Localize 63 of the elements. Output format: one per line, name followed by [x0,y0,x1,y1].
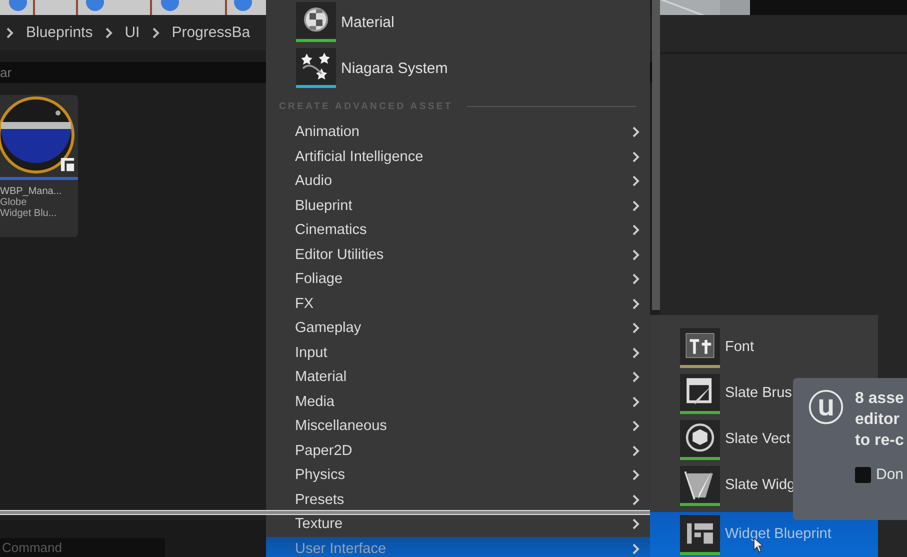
menu-item[interactable]: Niagara System [266,46,650,90]
chevron-icon [632,150,640,163]
chevron-icon [632,469,640,482]
pen-icon [680,466,720,506]
chevron-icon [6,26,14,38]
chevron-icon [632,126,640,138]
chevron-icon [632,371,640,384]
brush-icon [680,374,720,414]
asset-type: Widget Blu... [0,208,58,219]
menu-item[interactable]: Material [266,0,650,44]
scrollbar[interactable] [652,0,660,310]
menu-item[interactable]: Gameplay [266,316,650,340]
layout-icon [680,515,720,555]
command-field[interactable]: Command [0,538,165,557]
chevron-icon [632,273,640,286]
notification-text: 8 asse [855,389,904,409]
menu-item[interactable]: Animation [266,120,650,144]
chevron-icon [632,298,640,310]
menu-item[interactable]: Artificial Intelligence [266,144,650,169]
breadcrumb-item[interactable]: ProgressBa [172,24,250,41]
engine-logo-icon [807,388,845,426]
menu-item[interactable]: Audio [266,169,650,194]
menu-item[interactable]: Texture [266,512,650,536]
asset-tile[interactable]: WBP_Mana... Globe Widget Blu... [0,95,78,237]
chevron-icon [632,396,640,408]
breadcrumb-item[interactable]: UI [124,24,140,41]
asset-subtitle: Globe [0,197,28,208]
checkbox-label: Don [876,466,904,483]
chevron-icon [632,542,640,555]
checkbox[interactable] [855,466,871,482]
menu-item[interactable]: Foliage [266,267,650,292]
menu-item[interactable]: Paper2D [266,438,650,463]
menu-item[interactable]: Editor Utilities [266,242,650,267]
chevron-icon [632,518,640,530]
chevron-icon [632,346,640,359]
chevron-icon [632,248,640,261]
menu-item[interactable]: Font [650,328,878,374]
menu-item[interactable]: Physics [266,463,650,488]
menu-item[interactable]: Miscellaneous [266,414,650,438]
menu-item[interactable]: Input [266,340,650,365]
chevron-icon [632,200,640,212]
chevron-icon [632,494,640,506]
chevron-icon [632,224,640,236]
asset-name: WBP_Mana... [0,186,63,197]
stars-icon [296,48,336,88]
font-icon [680,328,720,368]
chevron-icon [632,444,640,457]
menu-item[interactable]: Material [266,365,650,390]
menu-item[interactable]: FX [266,292,650,316]
breadcrumb-item[interactable]: Blueprints [26,24,93,41]
chevron-icon [104,26,113,38]
chevron-icon [632,175,640,188]
chevron-icon [632,420,640,432]
chevron-icon [632,322,640,334]
chevron-icon [152,26,160,38]
widget-badge-icon [60,157,75,172]
menu-item[interactable]: Blueprint [266,194,650,218]
menu-item[interactable]: Media [266,390,650,414]
notification-text: to re-c [855,431,904,451]
cube-icon [680,420,720,460]
notification-text: editor [855,410,900,430]
menu-item[interactable]: Presets [266,488,650,512]
menu-item[interactable]: Cinematics [266,218,650,242]
